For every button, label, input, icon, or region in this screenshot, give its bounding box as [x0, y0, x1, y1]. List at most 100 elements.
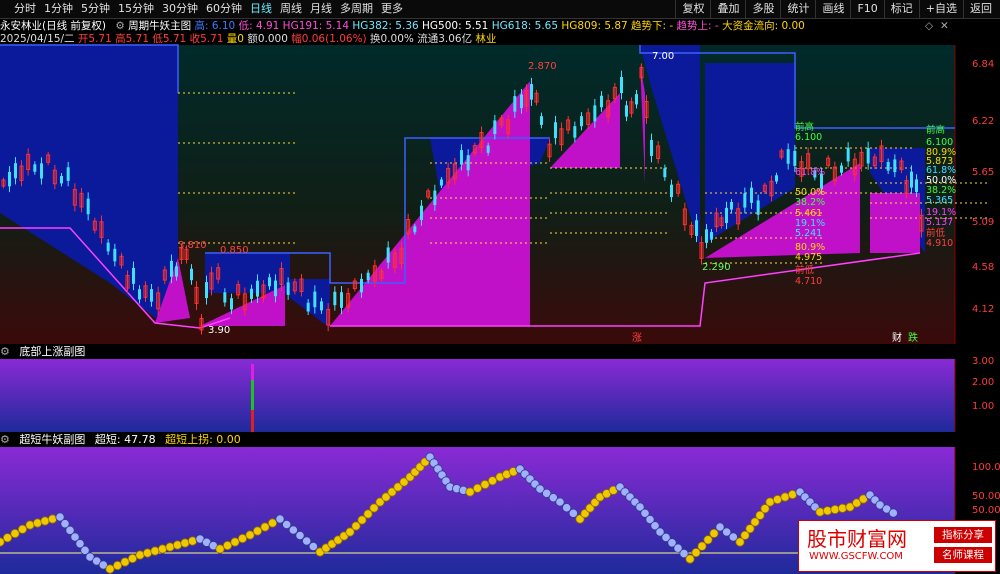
bead	[157, 544, 168, 554]
bead	[480, 479, 490, 490]
candle-body	[360, 278, 363, 293]
settings-icon[interactable]: ⚙	[115, 20, 124, 32]
bottom-marker-0: 涨	[632, 332, 642, 344]
bead	[691, 548, 701, 558]
candle-body	[366, 272, 370, 281]
tool-button-3[interactable]: 统计	[780, 0, 815, 18]
candle-body	[8, 171, 11, 187]
candle-body	[520, 94, 523, 109]
candle-body	[530, 84, 533, 100]
candle-body	[230, 298, 233, 310]
tool-button-8[interactable]: 返回	[963, 0, 998, 18]
candle-body	[433, 190, 437, 206]
indicator-name[interactable]: 周期牛妖主图	[128, 20, 191, 32]
period-tab-8[interactable]: 月线	[306, 0, 336, 18]
period-tab-4[interactable]: 30分钟	[158, 0, 202, 18]
y-tick-2: 1.00	[972, 401, 995, 412]
candle-body	[66, 167, 70, 181]
tool-button-2[interactable]: 多股	[745, 0, 780, 18]
period-tab-5[interactable]: 60分钟	[202, 0, 246, 18]
period-tab-2[interactable]: 5分钟	[77, 0, 114, 18]
sub1-bar-green	[251, 380, 254, 410]
tool-button-5[interactable]: F10	[850, 0, 883, 18]
tool-button-0[interactable]: 复权	[675, 0, 710, 18]
sub2-settings-icon[interactable]: ⚙	[0, 433, 10, 446]
period-tab-3[interactable]: 15分钟	[114, 0, 158, 18]
sub1-bar-red	[251, 410, 254, 432]
watermark-title: 股市财富网	[807, 527, 907, 551]
candle-body	[274, 280, 277, 297]
bead	[822, 506, 833, 516]
candle-body	[268, 277, 271, 287]
watermark-btn-course: 名师课程	[934, 547, 992, 563]
sub2-title[interactable]: 超短牛妖副图	[19, 433, 85, 446]
fib-mid-label-2: 61.8%	[795, 167, 825, 178]
candle-body	[910, 171, 913, 188]
tool-button-6[interactable]: 标记	[883, 0, 919, 18]
candle-body	[710, 232, 713, 240]
candle-body	[138, 289, 141, 300]
candle-body	[554, 122, 557, 139]
stat-1: 低: 4.91	[235, 20, 280, 32]
sub2-header: ⚙ 超短牛妖副图 超短: 47.78 超短上拐: 0.00	[0, 433, 1000, 447]
period-tab-0[interactable]: 分时	[0, 0, 40, 18]
period-tab-10[interactable]: 更多	[377, 0, 407, 18]
bead	[252, 526, 263, 536]
bead	[472, 483, 483, 493]
candle-body	[600, 95, 603, 108]
bead	[25, 520, 35, 530]
bead	[47, 514, 58, 524]
y-tick-4: 4.58	[972, 262, 995, 273]
candle-body	[486, 145, 490, 153]
candle-body	[460, 150, 463, 165]
candle-body	[670, 184, 673, 198]
y-tick-1: 6.22	[972, 116, 995, 127]
bead	[703, 535, 713, 545]
bead	[830, 504, 840, 515]
bead	[32, 518, 43, 528]
close-icon[interactable]: ✕	[940, 19, 949, 33]
indicator-stats: 高: 6.10 低: 4.91 HG191: 5.14 HG382: 5.36 …	[194, 20, 804, 32]
fib-mid-label-1: 6.100	[795, 132, 822, 143]
candle-body	[663, 168, 667, 178]
bead	[685, 554, 695, 564]
candle-body	[306, 302, 310, 312]
tool-button-1[interactable]: 叠加	[710, 0, 745, 18]
sub1-title[interactable]: 底部上涨副图	[19, 345, 85, 358]
tool-button-7[interactable]: +自选	[918, 0, 963, 18]
bead	[815, 507, 825, 517]
sub2-value2: 超短上拐: 0.00	[165, 433, 241, 446]
watermark-btn-share: 指标分享	[934, 527, 992, 543]
candle-body	[635, 94, 638, 105]
candle-body	[866, 147, 870, 164]
period-tab-7[interactable]: 周线	[276, 0, 306, 18]
tool-button-4[interactable]: 画线	[815, 0, 850, 18]
bead	[172, 540, 183, 550]
candle-body	[705, 229, 708, 243]
bead	[142, 548, 153, 558]
expand-icon[interactable]: ◇	[925, 19, 933, 33]
candle-body	[580, 116, 583, 127]
candle-body	[14, 163, 17, 179]
period-tab-9[interactable]: 多周期	[336, 0, 377, 18]
bead	[260, 522, 270, 532]
candle-body	[893, 159, 897, 173]
period-tab-1[interactable]: 1分钟	[40, 0, 77, 18]
sub1-chart[interactable]	[0, 359, 1000, 432]
candle-body	[333, 291, 337, 306]
bottom-marker-2: 跌	[908, 331, 918, 344]
candle-body	[60, 175, 63, 184]
price-chart[interactable]: 2.8707.003.902.2903.810 0.850前高6.10080.9%…	[0, 33, 1000, 344]
fib-mid-label-10: 前低	[795, 264, 815, 276]
bead	[165, 542, 175, 552]
period-tab-6[interactable]: 日线	[246, 0, 276, 18]
stat-8: 趋势上: -	[673, 20, 719, 32]
bottom-marker-1: 财	[892, 331, 902, 344]
fib-label-11: 4.910	[926, 238, 953, 249]
sub1-settings-icon[interactable]: ⚙	[0, 345, 10, 358]
candle-body	[132, 267, 135, 284]
sub1-background	[0, 359, 955, 432]
tool-buttons: 复权 叠加 多股 统计 画线 F10 标记 +自选 返回	[675, 0, 998, 18]
bead	[837, 503, 848, 513]
candle-body	[593, 105, 597, 122]
